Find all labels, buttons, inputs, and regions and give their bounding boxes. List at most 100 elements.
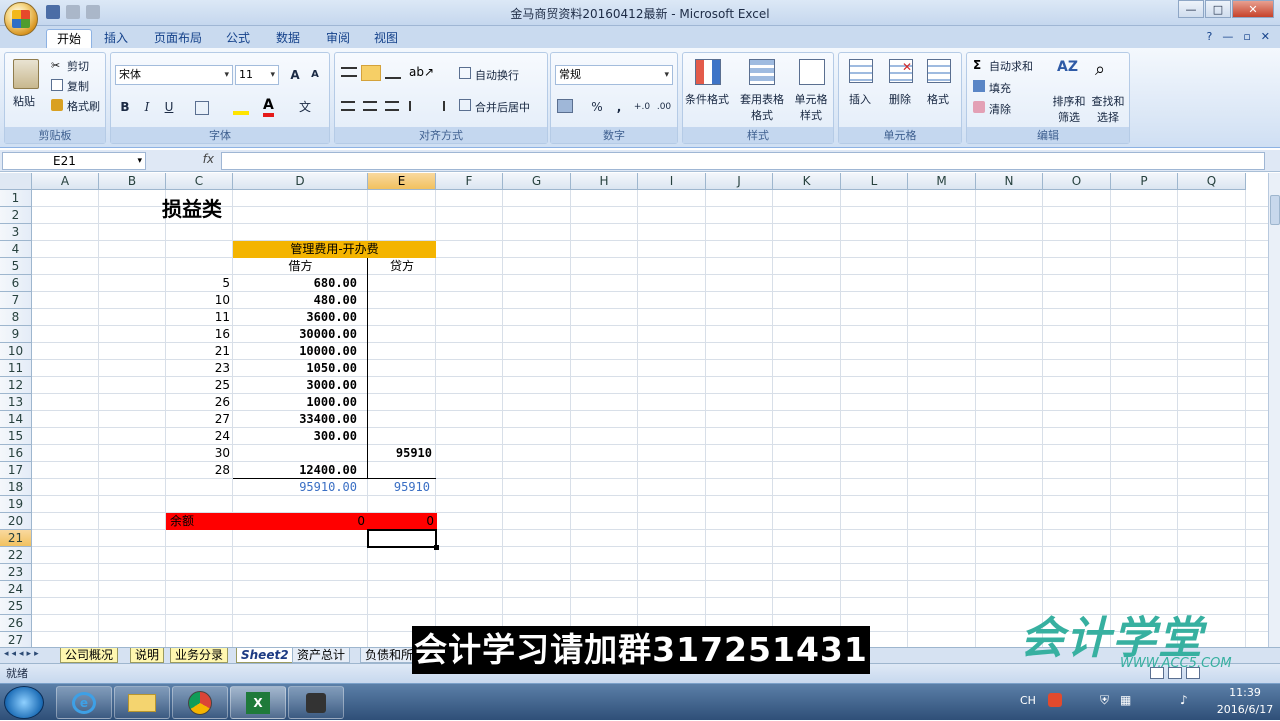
- tab-insert[interactable]: 插入: [94, 29, 138, 48]
- row-header-9[interactable]: 9: [0, 326, 32, 343]
- decrease-indent-icon[interactable]: [409, 101, 423, 111]
- entry-debit-cell[interactable]: 30000.00: [233, 326, 357, 343]
- row-header-22[interactable]: 22: [0, 547, 32, 564]
- balance-credit-cell[interactable]: 0: [368, 513, 434, 530]
- excel-taskbar-icon[interactable]: X: [230, 686, 286, 719]
- network-icon[interactable]: ▦: [1120, 693, 1131, 707]
- recorder-taskbar-icon[interactable]: [288, 686, 344, 719]
- clock-time[interactable]: 11:39: [1215, 686, 1275, 699]
- shrink-font-button[interactable]: A: [305, 65, 325, 85]
- column-header-q[interactable]: Q: [1178, 173, 1246, 190]
- find-select-button[interactable]: 查找和选择: [1089, 93, 1127, 125]
- row-header-19[interactable]: 19: [0, 496, 32, 513]
- scroll-thumb[interactable]: [1270, 195, 1280, 225]
- entry-ref-cell[interactable]: 5: [166, 275, 230, 292]
- row-header-1[interactable]: 1: [0, 190, 32, 207]
- conditional-format-button[interactable]: 条件格式: [685, 91, 729, 107]
- sheet-tab-company[interactable]: 公司概况: [60, 648, 119, 663]
- close-button[interactable]: ✕: [1232, 0, 1274, 18]
- row-header-8[interactable]: 8: [0, 309, 32, 326]
- column-header-d[interactable]: D: [233, 173, 368, 190]
- row-header-2[interactable]: 2: [0, 207, 32, 224]
- maximize-button[interactable]: □: [1205, 0, 1231, 18]
- row-header-14[interactable]: 14: [0, 411, 32, 428]
- chrome-taskbar-icon[interactable]: [172, 686, 228, 719]
- percent-button[interactable]: %: [587, 97, 607, 117]
- row-header-13[interactable]: 13: [0, 394, 32, 411]
- wrap-text-button[interactable]: 自动换行: [475, 67, 519, 83]
- tab-home[interactable]: 开始: [46, 29, 93, 48]
- italic-button[interactable]: I: [137, 97, 157, 117]
- entry-debit-cell[interactable]: 3000.00: [233, 377, 357, 394]
- entry-debit-cell[interactable]: 480.00: [233, 292, 357, 309]
- font-name-select[interactable]: 宋体: [115, 65, 233, 85]
- credit-label-cell[interactable]: 贷方: [368, 258, 436, 275]
- tab-data[interactable]: 数据: [266, 29, 310, 48]
- entry-debit-cell[interactable]: 300.00: [233, 428, 357, 445]
- column-header-o[interactable]: O: [1043, 173, 1111, 190]
- row-header-15[interactable]: 15: [0, 428, 32, 445]
- column-header-e[interactable]: E: [368, 173, 436, 190]
- entry-debit-cell[interactable]: 680.00: [233, 275, 357, 292]
- format-as-table-button[interactable]: 套用表格格式: [735, 91, 789, 123]
- column-header-b[interactable]: B: [99, 173, 166, 190]
- shield-icon[interactable]: ⛨: [1100, 693, 1109, 708]
- currency-icon[interactable]: [557, 99, 573, 113]
- sheet-tab-notes[interactable]: 说明: [130, 648, 165, 663]
- row-header-5[interactable]: 5: [0, 258, 32, 275]
- balance-label-cell[interactable]: 余额: [166, 513, 226, 530]
- debit-label-cell[interactable]: 借方: [233, 258, 368, 275]
- row-header-7[interactable]: 7: [0, 292, 32, 309]
- format-cells-button[interactable]: 格式: [927, 91, 949, 107]
- language-indicator[interactable]: CH: [1020, 694, 1036, 707]
- sheet-tab-entries[interactable]: 业务分录: [170, 648, 229, 663]
- paste-icon[interactable]: [13, 59, 39, 89]
- tab-review[interactable]: 审阅: [316, 29, 360, 48]
- align-right-icon[interactable]: [385, 101, 399, 111]
- entry-ref-cell[interactable]: 16: [166, 326, 230, 343]
- entry-debit-cell[interactable]: 12400.00: [233, 462, 357, 479]
- column-header-g[interactable]: G: [503, 173, 571, 190]
- autosum-button[interactable]: 自动求和: [989, 58, 1033, 74]
- tab-formulas[interactable]: 公式: [216, 29, 260, 48]
- row-header-16[interactable]: 16: [0, 445, 32, 462]
- column-header-j[interactable]: J: [706, 173, 773, 190]
- row-header-10[interactable]: 10: [0, 343, 32, 360]
- volume-icon[interactable]: ♪: [1180, 693, 1188, 707]
- ribbon-close-icon[interactable]: ✕: [1261, 30, 1270, 43]
- column-header-p[interactable]: P: [1111, 173, 1178, 190]
- ie-taskbar-icon[interactable]: e: [56, 686, 112, 719]
- total-debit-cell[interactable]: 95910.00: [233, 479, 357, 496]
- entry-ref-cell[interactable]: 25: [166, 377, 230, 394]
- fill-handle[interactable]: [434, 545, 439, 550]
- grow-font-button[interactable]: A: [285, 65, 305, 85]
- formula-input[interactable]: [221, 152, 1265, 170]
- comma-button[interactable]: ,: [609, 97, 629, 117]
- entry-ref-cell[interactable]: 10: [166, 292, 230, 309]
- row-header-17[interactable]: 17: [0, 462, 32, 479]
- entry-ref-cell[interactable]: 26: [166, 394, 230, 411]
- fill-color-icon[interactable]: [233, 99, 249, 115]
- row-header-27[interactable]: 27: [0, 632, 32, 647]
- row-header-21[interactable]: 21: [0, 530, 32, 547]
- column-header-k[interactable]: K: [773, 173, 841, 190]
- row-header-4[interactable]: 4: [0, 241, 32, 258]
- row-header-11[interactable]: 11: [0, 360, 32, 377]
- column-header-n[interactable]: N: [976, 173, 1043, 190]
- tab-page-layout[interactable]: 页面布局: [144, 29, 212, 48]
- fx-icon[interactable]: fx: [150, 152, 220, 170]
- entry-ref-cell[interactable]: 28: [166, 462, 230, 479]
- minimize-button[interactable]: —: [1178, 0, 1204, 18]
- cut-button[interactable]: 剪切: [67, 58, 89, 74]
- delete-cells-button[interactable]: 删除: [889, 91, 911, 107]
- orientation-icon[interactable]: ab↗: [409, 65, 434, 79]
- font-size-select[interactable]: 11: [235, 65, 279, 85]
- entry-ref-cell[interactable]: 24: [166, 428, 230, 445]
- sheet-tab-assets[interactable]: 资产总计: [292, 648, 351, 663]
- entry-credit-cell[interactable]: 95910: [368, 445, 432, 462]
- sheet-tab-liabilities[interactable]: 负债和所: [360, 648, 419, 663]
- explorer-taskbar-icon[interactable]: [114, 686, 170, 719]
- entry-debit-cell[interactable]: 3600.00: [233, 309, 357, 326]
- number-format-select[interactable]: 常规: [555, 65, 673, 85]
- balance-debit-cell[interactable]: 0: [233, 513, 365, 530]
